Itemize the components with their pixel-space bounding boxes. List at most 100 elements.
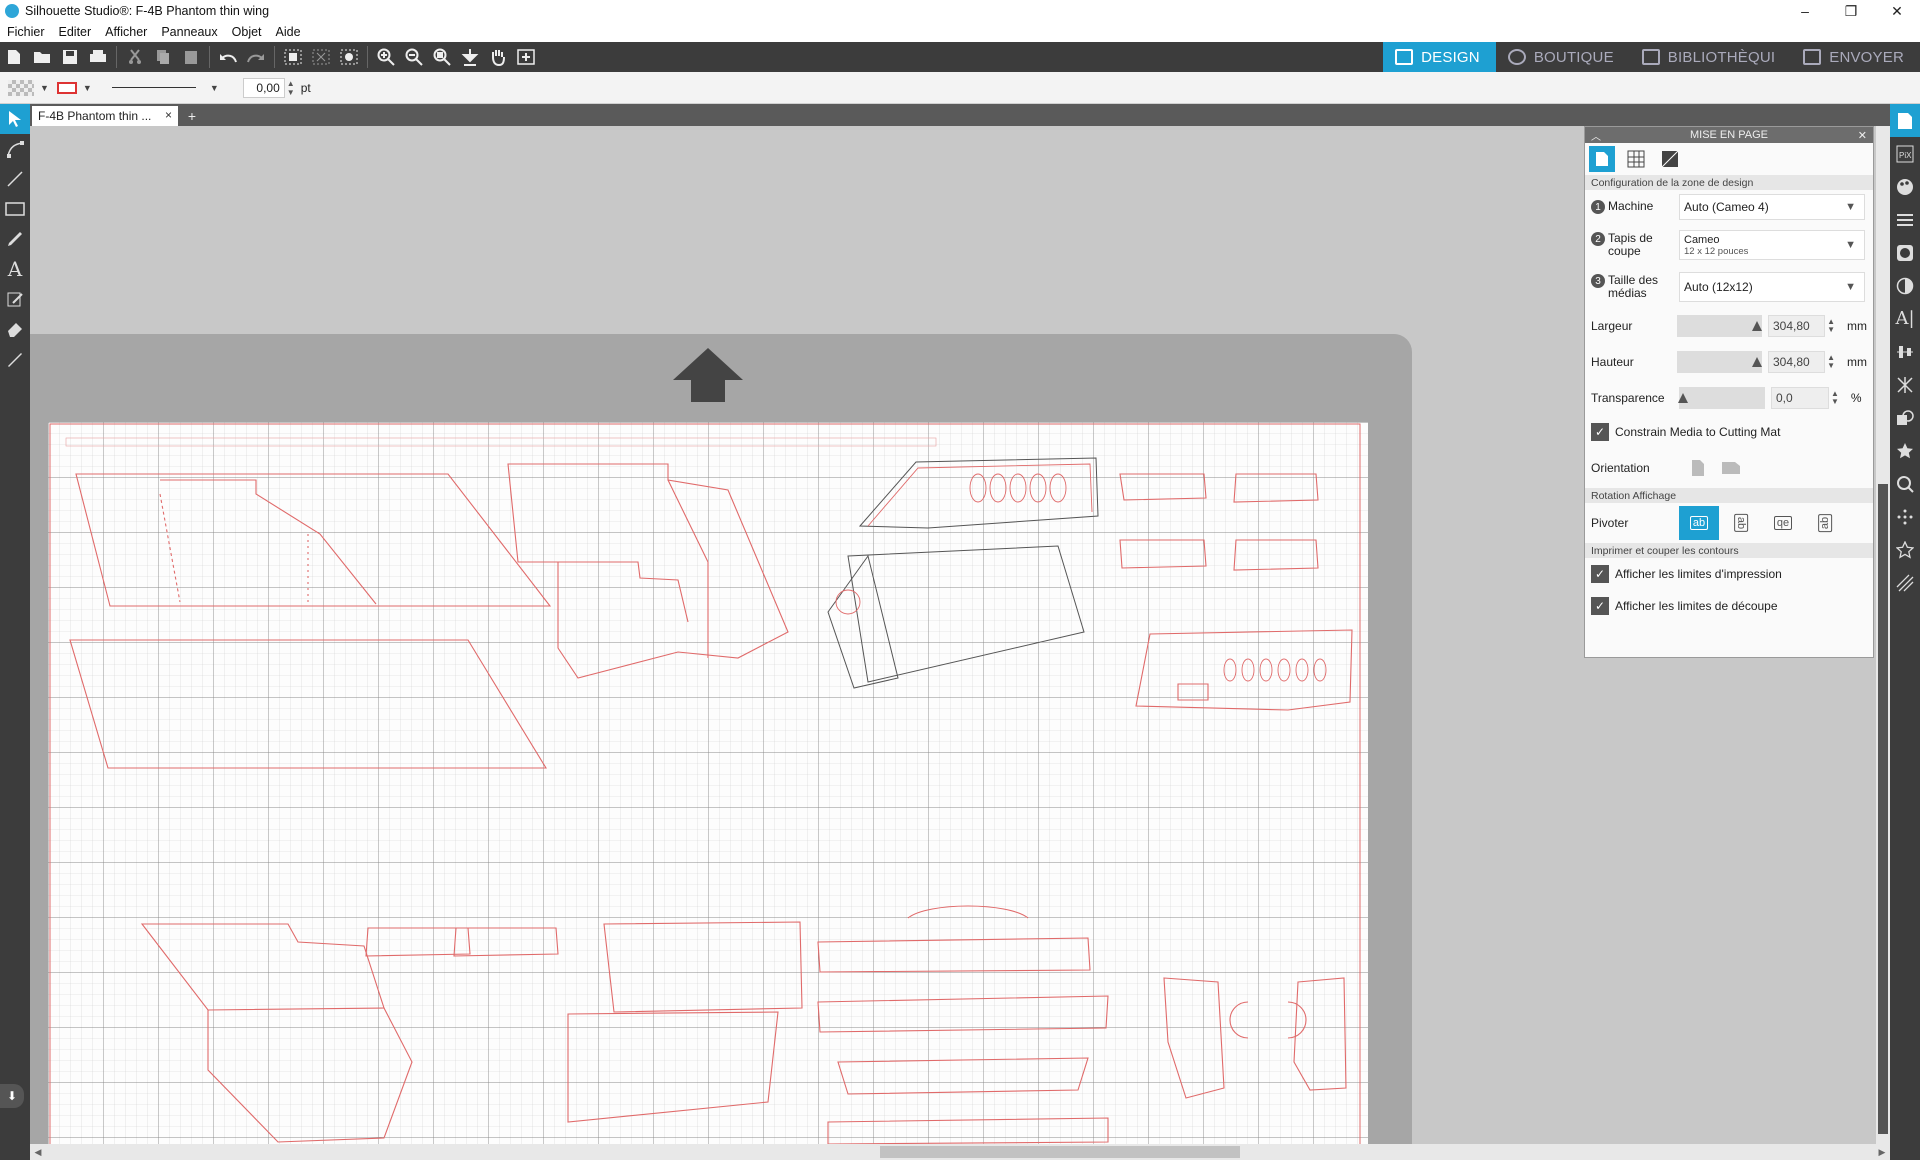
line-style-icon[interactable] xyxy=(1890,203,1920,236)
menu-panels[interactable]: Panneaux xyxy=(154,25,224,39)
text-tool-icon[interactable]: A xyxy=(0,254,30,284)
menu-file[interactable]: Fichier xyxy=(0,25,52,39)
horizontal-scroll-thumb[interactable] xyxy=(880,1146,1240,1158)
zoom-in-icon[interactable] xyxy=(374,44,398,70)
line-style-selector[interactable] xyxy=(111,87,196,88)
text-style-icon[interactable]: A| xyxy=(1890,302,1920,335)
menu-edit[interactable]: Editer xyxy=(52,25,99,39)
hatch-fill-icon[interactable] xyxy=(1890,566,1920,599)
slider-knob[interactable] xyxy=(1751,357,1762,367)
landscape-orientation-icon[interactable] xyxy=(1721,461,1741,475)
scroll-left-icon[interactable]: ◀ xyxy=(30,1144,46,1160)
align-icon[interactable] xyxy=(1890,335,1920,368)
scroll-right-icon[interactable]: ▶ xyxy=(1874,1144,1890,1160)
edit-points-icon[interactable] xyxy=(0,134,30,164)
image-effects-icon[interactable] xyxy=(1890,236,1920,269)
knife-tool-icon[interactable] xyxy=(0,344,30,374)
fit-to-page-icon[interactable] xyxy=(458,44,482,70)
close-panel-icon[interactable]: ✕ xyxy=(1858,129,1867,142)
print-icon[interactable] xyxy=(86,44,110,70)
line-width-input[interactable]: 0,00 xyxy=(242,77,285,98)
trace-icon[interactable] xyxy=(1890,467,1920,500)
vertical-scrollbar[interactable] xyxy=(1876,126,1890,1144)
slider-knob[interactable] xyxy=(1678,393,1688,403)
close-window-button[interactable]: ✕ xyxy=(1874,0,1920,22)
paste-icon[interactable] xyxy=(179,44,203,70)
transparency-input[interactable]: 0,0 xyxy=(1771,387,1829,409)
rectangle-tool-icon[interactable] xyxy=(0,194,30,224)
close-tab-icon[interactable]: × xyxy=(165,108,172,122)
chevron-down-icon[interactable]: ▼ xyxy=(210,83,219,93)
menu-help[interactable]: Aide xyxy=(269,25,308,39)
height-slider[interactable] xyxy=(1677,351,1762,373)
constrain-checkbox[interactable]: ✓ xyxy=(1591,423,1609,441)
maximize-button[interactable]: ❐ xyxy=(1828,0,1874,22)
tab-grid[interactable] xyxy=(1623,146,1649,172)
line-tool-icon[interactable] xyxy=(0,164,30,194)
tab-library[interactable]: BIBLIOTHÈQUI xyxy=(1630,42,1791,72)
tab-boutique[interactable]: BOUTIQUE xyxy=(1496,42,1630,72)
contrast-icon[interactable] xyxy=(1890,269,1920,302)
copy-icon[interactable] xyxy=(151,44,175,70)
menu-object[interactable]: Objet xyxy=(225,25,269,39)
line-color-swatch[interactable] xyxy=(56,81,77,94)
machine-select[interactable]: Auto (Cameo 4) ▼ xyxy=(1679,194,1865,220)
edit-text-icon[interactable] xyxy=(0,284,30,314)
page-setup-icon[interactable] xyxy=(1890,104,1920,137)
undo-icon[interactable] xyxy=(216,44,240,70)
slider-knob[interactable] xyxy=(1751,321,1762,331)
tab-send[interactable]: ENVOYER xyxy=(1791,42,1920,72)
offset-star-icon[interactable] xyxy=(1890,434,1920,467)
fill-color-palette-icon[interactable] xyxy=(1890,170,1920,203)
zoom-out-icon[interactable] xyxy=(402,44,426,70)
rotate-90-button[interactable]: ab xyxy=(1721,506,1761,540)
collapse-panel-icon[interactable]: ︿ xyxy=(1591,128,1601,143)
spinner-icon[interactable]: ▲ ▼ xyxy=(1827,354,1835,370)
add-tab-button[interactable]: + xyxy=(182,106,202,126)
spinner-icon[interactable]: ▲ ▼ xyxy=(287,79,295,97)
cut-icon[interactable] xyxy=(123,44,147,70)
add-page-icon[interactable] xyxy=(514,44,538,70)
select-arrow-icon[interactable] xyxy=(0,104,30,134)
width-input[interactable]: 304,80 xyxy=(1767,315,1826,337)
transparency-slider[interactable] xyxy=(1678,387,1765,409)
pan-hand-icon[interactable] xyxy=(486,44,510,70)
tab-background[interactable] xyxy=(1657,146,1683,172)
horizontal-scrollbar[interactable]: ◀ ▶ xyxy=(30,1144,1890,1160)
menu-view[interactable]: Afficher xyxy=(98,25,154,39)
minimize-button[interactable]: – xyxy=(1782,0,1828,22)
chevron-down-icon[interactable]: ▼ xyxy=(40,83,49,93)
deselect-icon[interactable] xyxy=(309,44,333,70)
fill-color-swatch[interactable] xyxy=(8,79,34,96)
select-by-color-icon[interactable] xyxy=(337,44,361,70)
portrait-orientation-icon[interactable] xyxy=(1691,459,1705,477)
tab-design[interactable]: DESIGN xyxy=(1383,42,1496,72)
eraser-icon[interactable] xyxy=(0,314,30,344)
media-size-select[interactable]: Auto (12x12) ▼ xyxy=(1679,272,1865,302)
document-tab[interactable]: F-4B Phantom thin ... × xyxy=(32,106,178,126)
chevron-down-icon[interactable]: ▼ xyxy=(83,83,92,93)
open-folder-icon[interactable] xyxy=(30,44,54,70)
height-input[interactable]: 304,80 xyxy=(1767,351,1826,373)
rotate-180-button[interactable]: qe xyxy=(1763,506,1803,540)
show-cut-checkbox[interactable]: ✓ xyxy=(1591,597,1609,615)
new-file-icon[interactable] xyxy=(2,44,26,70)
pixscan-icon[interactable]: PiX xyxy=(1890,137,1920,170)
width-slider[interactable] xyxy=(1677,315,1762,337)
mat-select[interactable]: Cameo 12 x 12 pouces ▼ xyxy=(1679,230,1865,260)
zoom-selection-icon[interactable] xyxy=(430,44,454,70)
redo-icon[interactable] xyxy=(244,44,268,70)
save-icon[interactable] xyxy=(58,44,82,70)
select-all-icon[interactable] xyxy=(281,44,305,70)
show-print-checkbox[interactable]: ✓ xyxy=(1591,565,1609,583)
rotate-270-button[interactable]: ab xyxy=(1805,506,1845,540)
download-icon[interactable]: ⬇ xyxy=(0,1084,24,1108)
rotate-0-button[interactable]: ab xyxy=(1679,506,1719,540)
spinner-icon[interactable]: ▲ ▼ xyxy=(1831,390,1839,406)
pencil-tool-icon[interactable] xyxy=(0,224,30,254)
sketch-icon[interactable] xyxy=(1890,500,1920,533)
modify-icon[interactable] xyxy=(1890,401,1920,434)
vertical-scroll-thumb[interactable] xyxy=(1878,484,1888,1134)
tab-page-setup[interactable] xyxy=(1589,146,1615,172)
transform-icon[interactable] xyxy=(1890,368,1920,401)
